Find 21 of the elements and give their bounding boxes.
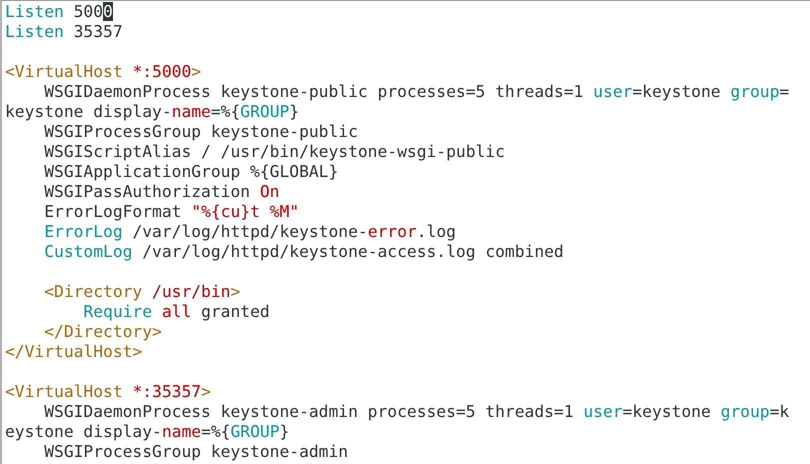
code-line: WSGIDaemonProcess keystone-public processes=5 threads=1 user=keystone group= <box>43 82 790 102</box>
code-line: ErrorLogFormat "%{cu}t %M" <box>43 202 300 222</box>
code-line: WSGIProcessGroup keystone-admin <box>43 442 350 462</box>
code-line: </Directory> <box>43 322 163 342</box>
code-line: WSGIDaemonProcess keystone-admin processes=5 threads=1 user=keystone group=k <box>43 402 790 422</box>
code-line: <VirtualHost *:35357> <box>5 382 212 402</box>
code-line: WSGIScriptAlias / /usr/bin/keystone-wsgi-public <box>43 142 506 162</box>
terminal-editor[interactable] <box>0 0 810 464</box>
code-line: Require all granted <box>82 302 271 322</box>
code-line: WSGIProcessGroup keystone-public <box>43 122 359 142</box>
code-line: CustomLog /var/log/httpd/keystone-access.log combined <box>43 242 565 262</box>
code-line: ErrorLog /var/log/httpd/keystone-error.log <box>43 222 457 242</box>
code-line: <Directory /usr/bin> <box>43 282 242 302</box>
code-line: <VirtualHost *:5000> <box>5 62 202 82</box>
code-line: keystone display-name=%{GROUP} <box>5 102 300 122</box>
code-line: WSGIApplicationGroup %{GLOBAL} <box>43 162 340 182</box>
code-line: Listen 35357 <box>5 22 124 42</box>
code-line: eystone display-name=%{GROUP} <box>5 422 290 442</box>
code-line: WSGIPassAuthorization On <box>43 182 280 202</box>
code-line: Listen 5000 <box>5 2 114 22</box>
code-line: </VirtualHost> <box>5 342 144 362</box>
